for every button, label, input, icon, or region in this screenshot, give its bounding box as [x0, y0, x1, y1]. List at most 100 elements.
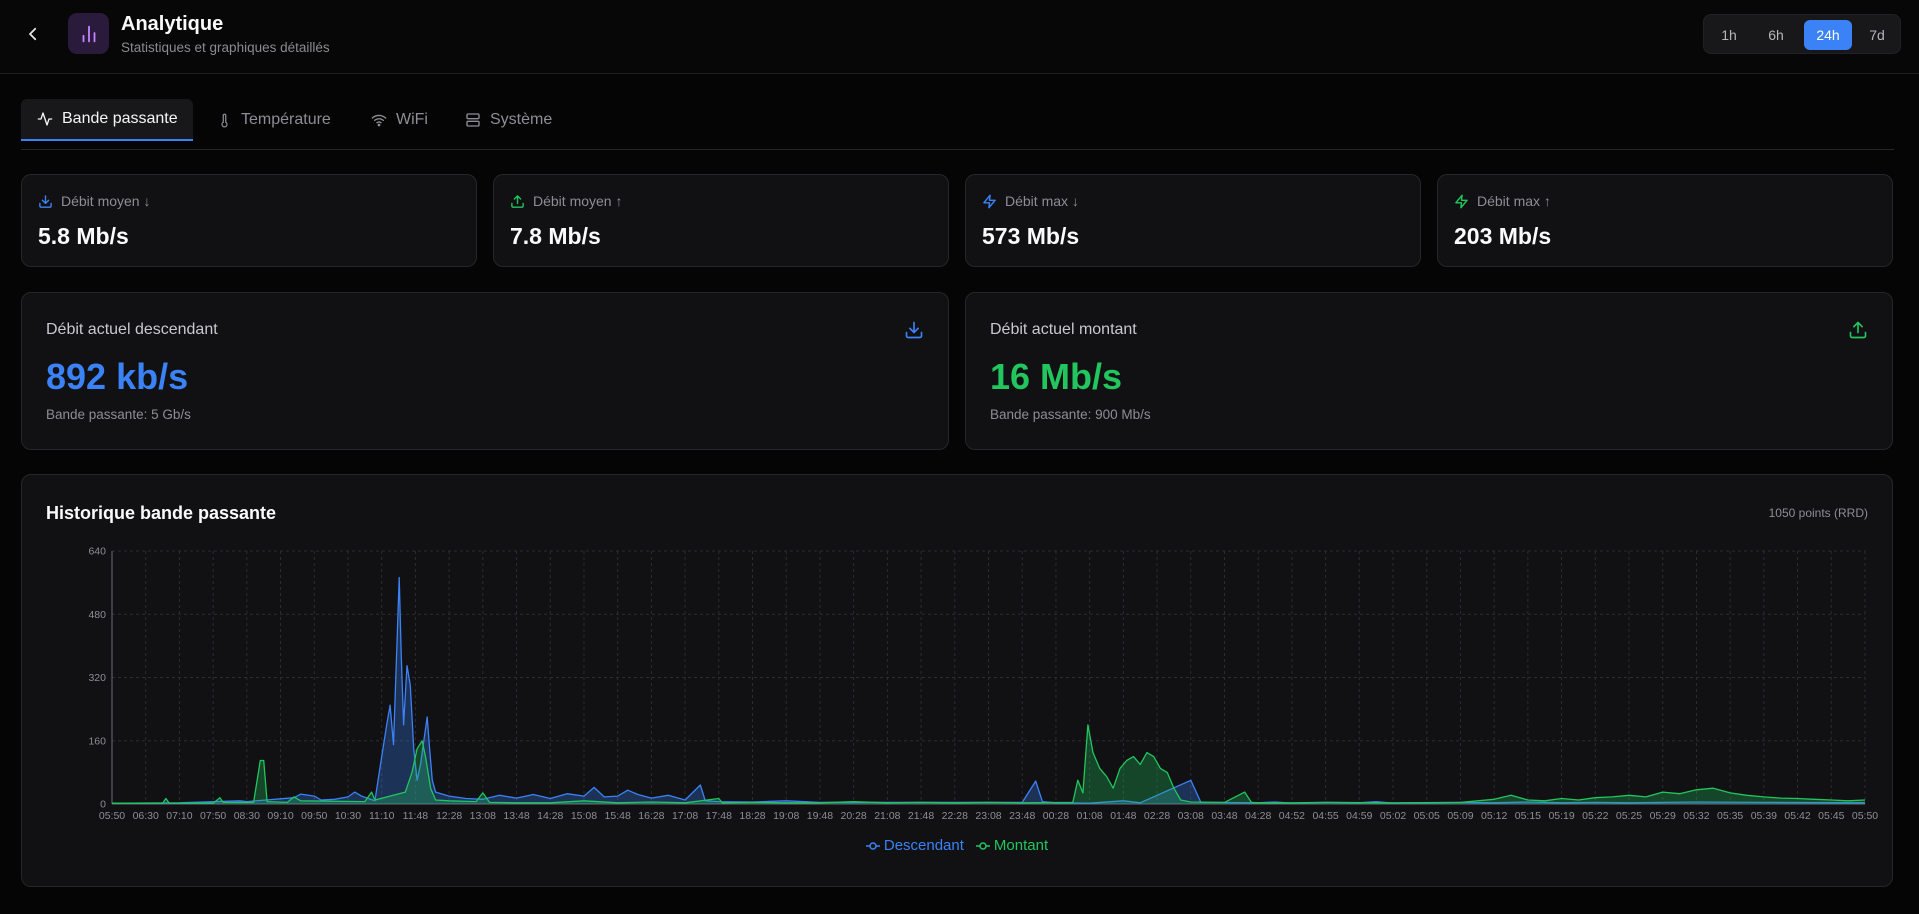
tab-label: Bande passante — [62, 110, 178, 127]
x-tick-label: 23:48 — [1009, 810, 1035, 822]
legend-line-marker-icon — [975, 841, 990, 850]
thermometer-icon — [221, 113, 228, 128]
x-tick-label: 00:28 — [1043, 810, 1069, 822]
range-button-1h[interactable]: 1h — [1710, 20, 1748, 50]
x-tick-label: 04:55 — [1312, 810, 1338, 822]
stat-label: Débit moyen ↓ — [61, 193, 151, 209]
x-tick-label: 21:08 — [874, 810, 900, 822]
y-tick-label: 160 — [88, 735, 106, 747]
stat-value: 7.8 Mb/s — [510, 223, 601, 249]
x-tick-label: 05:29 — [1650, 810, 1676, 822]
stat-label: Débit moyen ↑ — [533, 193, 623, 209]
server-icon — [466, 113, 480, 127]
current-up-label: Débit actuel montant — [990, 321, 1137, 338]
tab-label: Température — [241, 111, 331, 128]
x-tick-label: 03:48 — [1211, 810, 1237, 822]
legend-label: Montant — [993, 837, 1049, 854]
x-tick-label: 11:48 — [403, 810, 429, 822]
current-down-capacity: Bande passante: 5 Gb/s — [46, 407, 191, 422]
x-tick-label: 06:30 — [133, 810, 159, 822]
x-tick-label: 13:08 — [470, 810, 496, 822]
upload-icon — [1848, 320, 1868, 345]
x-tick-label: 16:28 — [638, 810, 664, 822]
stat-card-max-down: Débit max ↓ 573 Mb/s — [965, 174, 1421, 267]
x-tick-label: 23:08 — [975, 810, 1001, 822]
x-tick-label: 01:08 — [1076, 810, 1102, 822]
page-title: Analytique — [121, 13, 224, 35]
wifi-icon — [371, 114, 387, 127]
legend-item-montant[interactable]: Montant — [975, 837, 1049, 854]
x-tick-label: 10:30 — [335, 810, 361, 822]
x-tick-label: 12:28 — [436, 810, 462, 822]
x-tick-label: 05:32 — [1683, 810, 1709, 822]
stat-label: Débit max ↑ — [1477, 193, 1551, 209]
tab-bande-passante[interactable]: Bande passante — [21, 99, 193, 141]
x-tick-label: 15:08 — [571, 810, 597, 822]
back-button[interactable] — [20, 21, 46, 47]
current-down-label: Débit actuel descendant — [46, 321, 218, 338]
x-tick-label: 09:10 — [267, 810, 293, 822]
stat-value: 5.8 Mb/s — [38, 223, 129, 249]
x-tick-label: 11:10 — [369, 810, 395, 822]
app-header: Analytique Statistiques et graphiques dé… — [0, 0, 1919, 74]
time-range-selector: 1h 6h 24h 7d — [1703, 14, 1901, 54]
page-subtitle: Statistiques et graphiques détaillés — [121, 40, 330, 55]
y-tick-label: 480 — [88, 609, 106, 621]
current-down-card: Débit actuel descendant 892 kb/s Bande p… — [21, 292, 949, 450]
x-tick-label: 05:39 — [1751, 810, 1777, 822]
x-tick-label: 05:50 — [1852, 810, 1878, 822]
x-tick-label: 05:25 — [1616, 810, 1642, 822]
x-tick-label: 05:42 — [1784, 810, 1810, 822]
stat-card-avg-down: Débit moyen ↓ 5.8 Mb/s — [21, 174, 477, 267]
legend-line-marker-icon — [865, 841, 880, 850]
stat-value: 203 Mb/s — [1454, 223, 1552, 249]
legend-item-descendant[interactable]: Descendant — [865, 837, 964, 854]
y-tick-label: 640 — [88, 546, 106, 558]
x-tick-label: 19:48 — [807, 810, 833, 822]
x-tick-label: 09:50 — [301, 810, 327, 822]
zap-icon — [983, 194, 996, 208]
x-tick-label: 17:08 — [672, 810, 698, 822]
x-tick-label: 05:45 — [1818, 810, 1844, 822]
tab-wifi[interactable]: WiFi — [371, 99, 428, 141]
x-tick-label: 05:05 — [1414, 810, 1440, 822]
x-tick-label: 21:48 — [908, 810, 934, 822]
x-tick-label: 04:52 — [1279, 810, 1305, 822]
bandwidth-history-card: Historique bande passante 1050 points (R… — [21, 474, 1893, 887]
zap-icon — [1455, 194, 1468, 208]
x-tick-label: 04:59 — [1346, 810, 1372, 822]
x-tick-label: 14:28 — [537, 810, 563, 822]
x-tick-label: 17:48 — [706, 810, 732, 822]
tab-systeme[interactable]: Système — [465, 99, 552, 141]
download-icon — [39, 194, 52, 208]
chevron-left-icon — [29, 27, 37, 41]
upload-icon — [511, 194, 524, 208]
current-up-capacity: Bande passante: 900 Mb/s — [990, 407, 1151, 422]
x-tick-label: 02:28 — [1144, 810, 1170, 822]
y-tick-label: 320 — [88, 672, 106, 684]
tab-temperature[interactable]: Température — [217, 99, 331, 141]
x-tick-label: 05:50 — [99, 810, 125, 822]
stat-label: Débit max ↓ — [1005, 193, 1079, 209]
x-tick-label: 20:28 — [841, 810, 867, 822]
activity-icon — [37, 112, 53, 126]
legend-label: Descendant — [883, 837, 964, 854]
x-tick-label: 22:28 — [942, 810, 968, 822]
range-button-6h[interactable]: 6h — [1756, 20, 1796, 50]
chart-legend: Descendant Montant — [22, 837, 1892, 854]
current-down-value: 892 kb/s — [46, 356, 189, 397]
x-tick-label: 19:08 — [773, 810, 799, 822]
tab-bar: Bande passante Température WiFi Système — [21, 99, 1894, 150]
x-tick-label: 05:22 — [1582, 810, 1608, 822]
x-tick-label: 05:09 — [1447, 810, 1473, 822]
x-tick-label: 05:15 — [1515, 810, 1541, 822]
x-tick-label: 07:50 — [200, 810, 226, 822]
x-tick-label: 01:48 — [1110, 810, 1136, 822]
y-tick-label: 0 — [100, 799, 106, 811]
bar-chart-icon — [82, 25, 95, 42]
range-button-7d[interactable]: 7d — [1858, 20, 1896, 50]
range-button-24h[interactable]: 24h — [1804, 20, 1852, 50]
analytics-app-icon — [68, 13, 109, 54]
stat-card-avg-up: Débit moyen ↑ 7.8 Mb/s — [493, 174, 949, 267]
x-tick-label: 18:28 — [739, 810, 765, 822]
